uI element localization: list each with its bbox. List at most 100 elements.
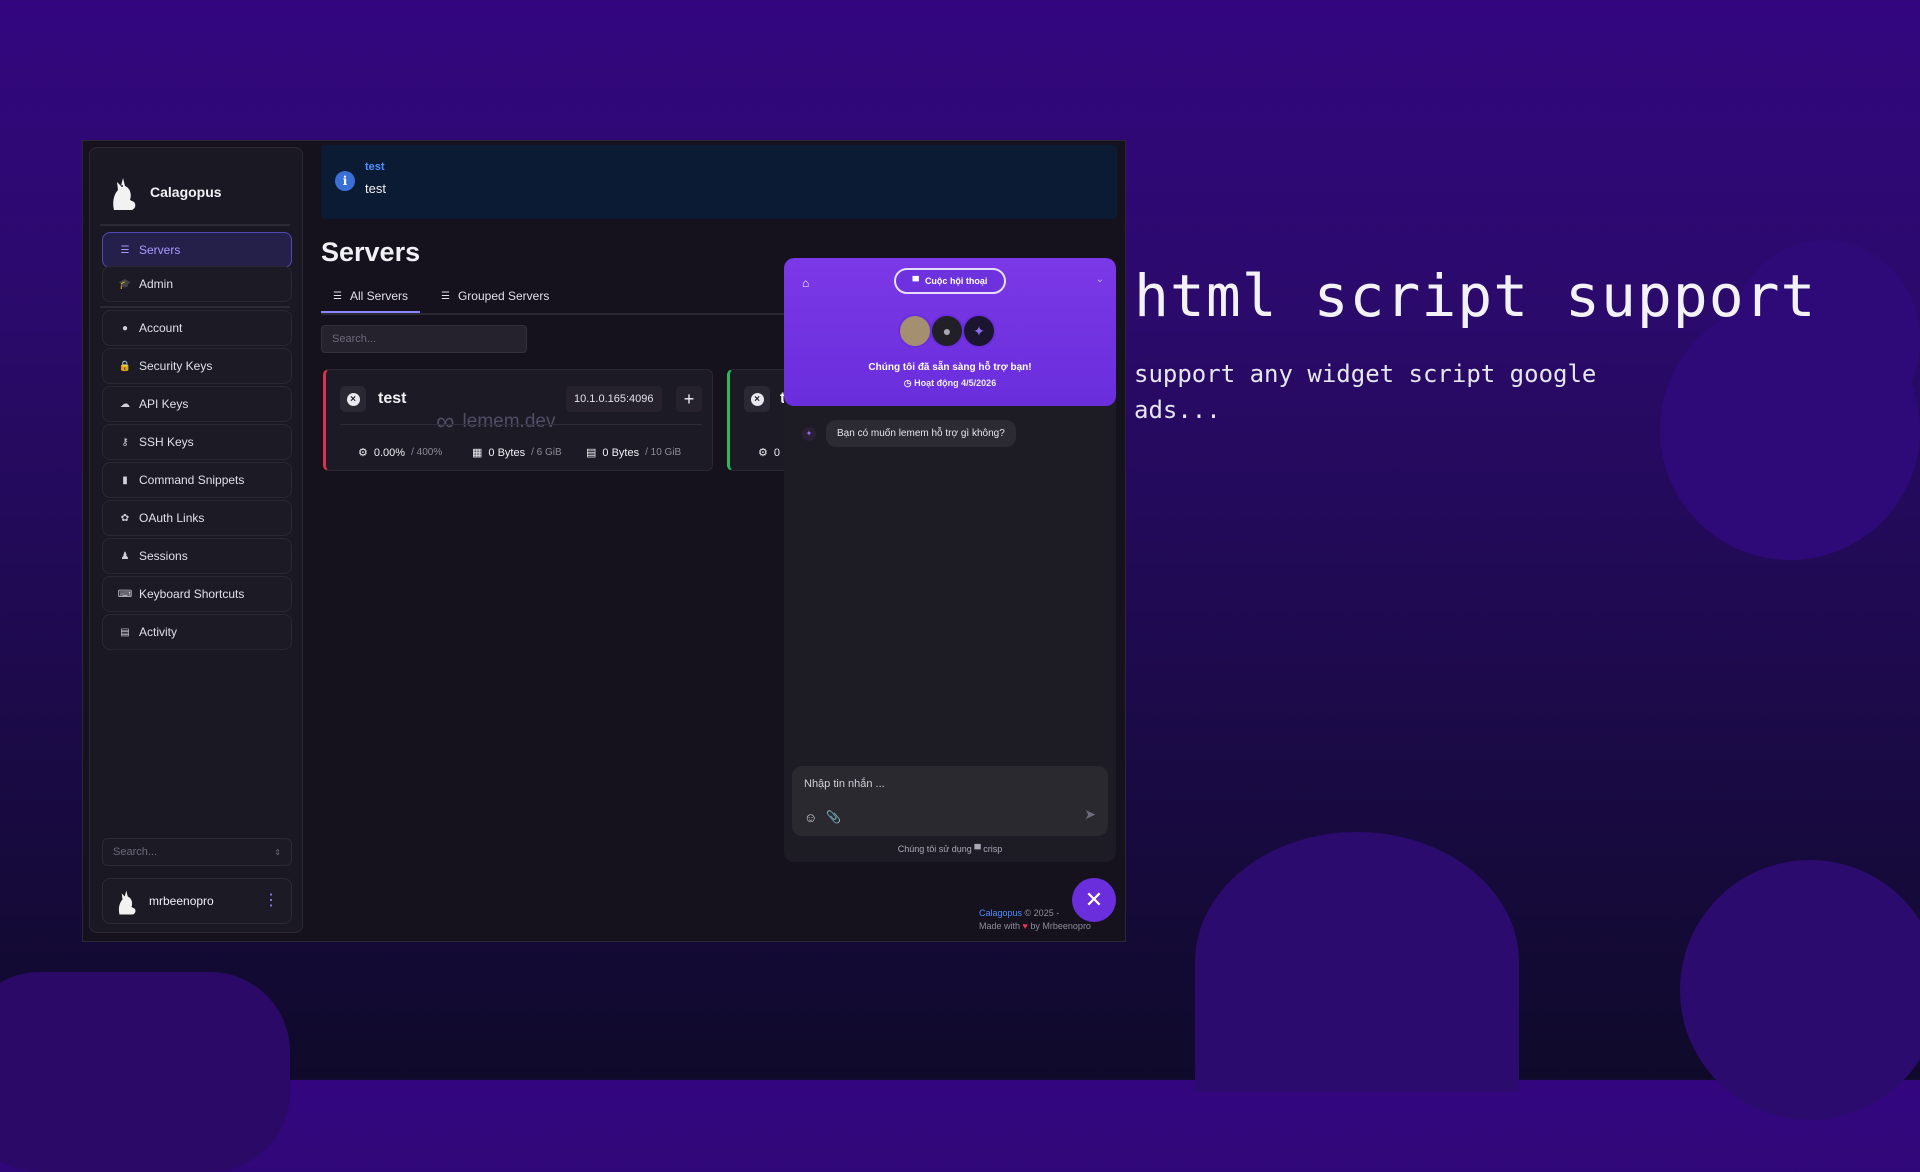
sidebar-item-servers[interactable]: ☰ Servers	[102, 232, 292, 268]
server-icon: ☰	[333, 290, 342, 302]
agent-avatar-icon: ✦	[802, 426, 816, 441]
footer-author: by Mrbeenopro	[1030, 921, 1091, 931]
server-icon: ☰	[120, 244, 130, 256]
tab-all-servers[interactable]: ☰ All Servers	[321, 281, 420, 313]
chat-bubble-icon: ▀	[912, 276, 919, 286]
promo-title: html script support	[1134, 262, 1817, 330]
cat-logo-icon	[113, 178, 136, 210]
disk-stat: ▤ 0 Bytes / 10 GiB	[586, 446, 682, 460]
sidebar-item-label: Command Snippets	[139, 473, 245, 487]
divider	[100, 224, 290, 226]
clock-icon: ◷	[903, 378, 912, 388]
sidebar-search-select[interactable]: Search... ⇕	[102, 838, 292, 866]
person-icon: ♟	[120, 550, 130, 562]
sidebar-item-security-keys[interactable]: 🔒 Security Keys	[102, 348, 292, 384]
message-composer[interactable]: Nhập tin nhắn ... ☺ 📎 ➤	[792, 766, 1108, 836]
cpu-value: 0	[773, 446, 780, 459]
powered-by: Chúng tôi sử dụng ▀ crisp	[784, 844, 1116, 854]
disk-value: 0 Bytes	[602, 446, 640, 459]
sidebar-item-label: API Keys	[139, 397, 189, 411]
memory-limit: / 6 GiB	[531, 447, 562, 458]
divider	[340, 424, 702, 425]
chevron-down-icon[interactable]: ⌄	[1096, 274, 1104, 285]
sidebar-item-sessions[interactable]: ♟ Sessions	[102, 538, 292, 574]
server-address[interactable]: 10.1.0.165:4096	[566, 386, 662, 412]
tab-grouped-servers[interactable]: ☰ Grouped Servers	[435, 281, 555, 311]
sidebar-item-label: Sessions	[139, 549, 188, 563]
bg-blob	[1680, 860, 1920, 1120]
sidebar-search-placeholder: Search...	[113, 846, 158, 858]
sidebar-item-label: SSH Keys	[139, 435, 194, 449]
server-card[interactable]: × t ⚙ 0	[727, 369, 787, 471]
conversation-label: Cuộc hội thoại	[924, 276, 988, 286]
chevron-updown-icon: ⇕	[274, 847, 281, 857]
sidebar-item-label: Security Keys	[139, 359, 213, 373]
emoji-icon[interactable]: ☺	[804, 810, 817, 825]
cloud-icon: ☁	[120, 398, 130, 410]
watermark-text: lemem.dev	[462, 410, 556, 432]
agent-avatars: ● ✦	[898, 314, 996, 348]
send-icon[interactable]: ➤	[1084, 806, 1096, 823]
brain-icon: ✿	[120, 512, 130, 524]
sidebar-item-account[interactable]: ● Account	[102, 310, 292, 346]
cpu-icon: ⚙	[358, 447, 368, 459]
user-card[interactable]: mrbeenopro ⋮	[102, 878, 292, 924]
watermark: ∞ lemem.dev	[436, 406, 555, 437]
sidebar-item-label: Servers	[139, 243, 181, 257]
heart-icon: ♥	[1022, 921, 1028, 931]
powered-brand[interactable]: crisp	[983, 844, 1002, 854]
sidebar-item-label: Account	[139, 321, 183, 335]
promo-subtitle: support any widget script google ads...	[1134, 360, 1597, 424]
page-title: Servers	[321, 237, 421, 267]
keyboard-icon: ⌨	[117, 588, 133, 600]
sidebar-item-admin[interactable]: 🎓 Admin	[102, 266, 292, 302]
info-banner: i test test	[321, 145, 1117, 219]
avatar	[118, 890, 136, 915]
footer-brand-link[interactable]: Calagopus	[979, 908, 1022, 918]
tab-label: All Servers	[349, 289, 408, 303]
avatar	[898, 314, 932, 348]
banner-text: test	[365, 181, 386, 196]
sidebar-item-keyboard-shortcuts[interactable]: ⌨ Keyboard Shortcuts	[102, 576, 292, 612]
active-time: ◷ Hoạt động 4/5/2026	[784, 378, 1116, 389]
close-chat-button[interactable]: ✕	[1072, 878, 1116, 922]
sidebar-item-label: Admin	[139, 277, 174, 291]
home-icon[interactable]: ⌂	[802, 276, 809, 290]
server-name: test	[378, 390, 407, 407]
info-icon: i	[335, 171, 355, 191]
disk-limit: / 10 GiB	[645, 447, 682, 458]
graduation-cap-icon: 🎓	[118, 278, 132, 290]
briefcase-icon: ▤	[120, 626, 130, 638]
server-card[interactable]: × test ∞ lemem.dev 10.1.0.165:4096 + ⚙ 0…	[323, 369, 713, 471]
sidebar-item-oauth-links[interactable]: ✿ OAuth Links	[102, 500, 292, 536]
user-icon: ●	[121, 322, 129, 334]
attachment-icon[interactable]: 📎	[826, 810, 841, 824]
search-placeholder: Search...	[332, 333, 377, 345]
clipboard-icon: ▮	[122, 474, 128, 486]
lock-icon: 🔒	[118, 360, 132, 372]
footer-made-with: Made with	[979, 921, 1021, 931]
memory-icon: ▦	[472, 447, 483, 459]
kebab-menu-icon[interactable]: ⋮	[263, 893, 279, 909]
message-input[interactable]: Nhập tin nhắn ...	[804, 778, 885, 790]
sidebar-item-label: Activity	[139, 625, 178, 639]
server-icon: ☰	[441, 290, 450, 302]
brand[interactable]: Calagopus	[108, 172, 222, 212]
status-offline-icon: ×	[744, 386, 770, 412]
sidebar-item-command-snippets[interactable]: ▮ Command Snippets	[102, 462, 292, 498]
conversation-tab[interactable]: ▀ Cuộc hội thoại	[894, 268, 1006, 294]
powered-by-text: Chúng tôi sử dụng	[897, 844, 972, 854]
sidebar: Calagopus ☰ Servers 🎓 Admin ● Account 🔒 …	[89, 147, 303, 933]
memory-value: 0 Bytes	[488, 446, 526, 459]
sidebar-item-label: OAuth Links	[139, 511, 205, 525]
user-name: mrbeenopro	[149, 894, 214, 908]
sidebar-item-activity[interactable]: ▤ Activity	[102, 614, 292, 650]
sidebar-item-api-keys[interactable]: ☁ API Keys	[102, 386, 292, 422]
active-time-text: Hoạt động 4/5/2026	[914, 378, 997, 388]
add-button[interactable]: +	[676, 386, 702, 412]
brand-name: Calagopus	[150, 184, 222, 200]
sidebar-item-ssh-keys[interactable]: ⚷ SSH Keys	[102, 424, 292, 460]
bg-blob	[1195, 832, 1519, 1092]
server-search-input[interactable]: Search...	[321, 325, 527, 353]
message-row: ✦ Bạn có muốn lemem hỗ trợ gì không?	[802, 420, 1016, 447]
